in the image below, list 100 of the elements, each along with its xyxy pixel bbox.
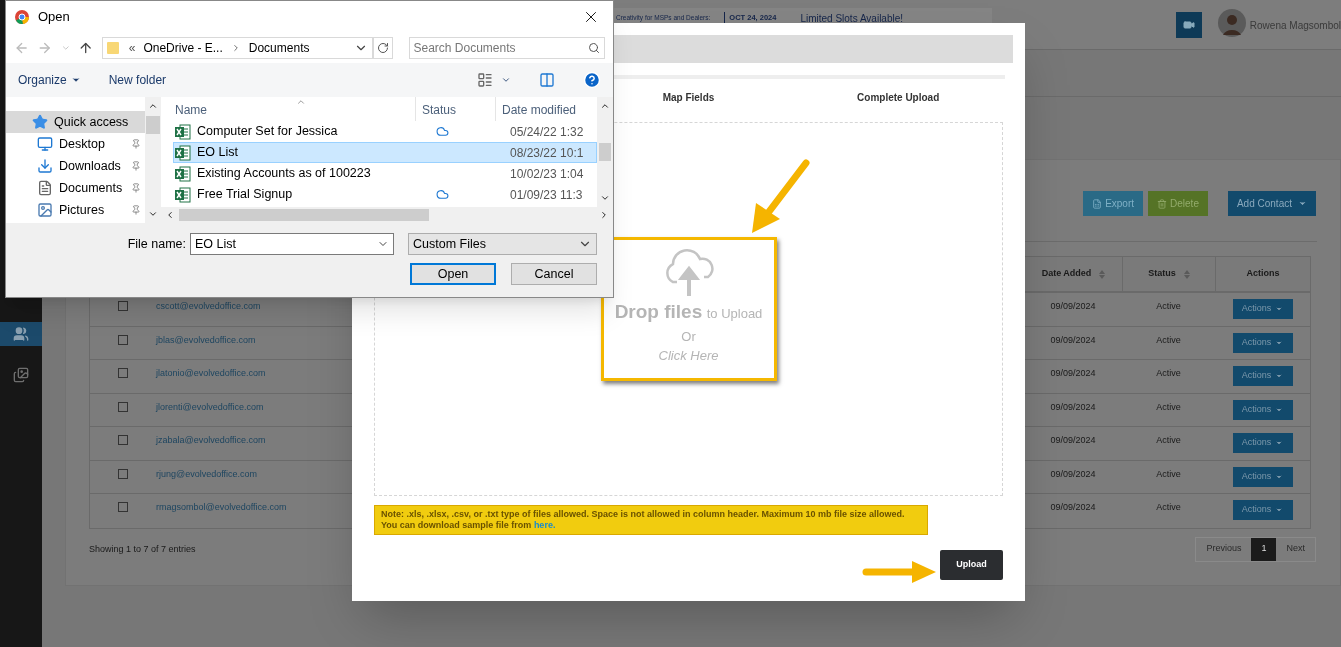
trash-icon	[1157, 198, 1168, 209]
scrollbar-thumb[interactable]	[599, 143, 611, 161]
email-link[interactable]: rjung@evolvedoffice.com	[156, 468, 258, 479]
folder-icon	[106, 41, 121, 55]
sort-icon	[1183, 269, 1190, 279]
scroll-down-icon	[148, 209, 158, 219]
sort-indicator-icon	[296, 97, 306, 107]
actions-button[interactable]: Actions	[1232, 332, 1293, 353]
back-icon[interactable]	[14, 40, 30, 56]
file-row[interactable]: EO List 08/23/22 10:1	[173, 142, 597, 163]
view-options-icon[interactable]	[477, 72, 493, 88]
nav-item[interactable]: Desktop	[6, 133, 145, 155]
nav-item[interactable]: Documents	[6, 177, 145, 199]
dropzone-separator: Or	[681, 327, 696, 346]
user-name[interactable]: Rowena Magsombol	[1249, 18, 1341, 33]
cancel-button[interactable]: Cancel	[511, 263, 597, 285]
table-cell: 09/09/2024	[1050, 334, 1096, 345]
file-type-select[interactable]: Custom Files	[408, 233, 597, 255]
actions-button[interactable]: Actions	[1232, 399, 1293, 420]
scrollbar-thumb[interactable]	[146, 116, 160, 134]
overflow-mark[interactable]: «	[128, 39, 136, 57]
email-link[interactable]: rmagsombol@evolvedoffice.com	[156, 502, 287, 512]
email-link[interactable]: jblas@evolvedoffice.com	[156, 334, 256, 345]
nav-item[interactable]: Quick access	[6, 111, 145, 133]
row-checkbox[interactable]	[118, 401, 128, 412]
horizontal-scrollbar[interactable]	[161, 207, 613, 223]
step-label: Complete Upload	[857, 91, 940, 105]
row-checkbox[interactable]	[118, 301, 128, 311]
open-button[interactable]: Open	[410, 263, 496, 285]
upload-button[interactable]: Upload	[940, 550, 1003, 580]
refresh-button[interactable]	[373, 37, 393, 59]
preview-pane-icon[interactable]	[539, 72, 555, 88]
scroll-left-icon	[165, 210, 175, 220]
row-checkbox[interactable]	[118, 368, 128, 378]
sample-file-link[interactable]: here.	[533, 520, 556, 530]
email-link[interactable]: jlatonio@evolvedoffice.com	[156, 368, 266, 378]
sidebar-item[interactable]	[0, 322, 42, 346]
dropdown-icon[interactable]	[501, 75, 511, 85]
file-name-field[interactable]: EO List	[190, 233, 394, 255]
breadcrumb-item[interactable]: Documents	[248, 39, 310, 57]
page-button[interactable]: 1	[1251, 537, 1277, 561]
forward-icon[interactable]	[37, 40, 53, 56]
pin-icon	[131, 139, 141, 149]
help-icon[interactable]	[583, 71, 601, 89]
row-checkbox[interactable]	[118, 468, 128, 479]
picture-icon	[37, 202, 53, 218]
row-checkbox[interactable]	[118, 502, 128, 512]
organize-menu[interactable]: Organize	[18, 71, 81, 89]
delete-button[interactable]: Delete	[1148, 191, 1208, 216]
table-cell: Active	[1156, 301, 1181, 311]
pin-icon	[131, 205, 141, 215]
page-button[interactable]: Previous	[1196, 537, 1252, 561]
column-header[interactable]: Status	[416, 97, 496, 121]
row-checkbox[interactable]	[118, 334, 128, 345]
file-icon	[1092, 198, 1103, 209]
actions-button[interactable]: Actions	[1232, 433, 1293, 453]
caret-icon	[70, 75, 81, 85]
page-button[interactable]: Next	[1276, 537, 1315, 561]
table-cell: 09/09/2024	[1050, 435, 1096, 445]
table-cell: Active	[1156, 368, 1181, 378]
breadcrumb-item[interactable]: OneDrive - E...	[143, 39, 223, 57]
scroll-down-icon	[600, 193, 610, 203]
desktop-icon	[37, 136, 53, 152]
nav-item[interactable]: Downloads	[6, 155, 145, 177]
actions-button[interactable]: Actions	[1232, 299, 1293, 319]
column-header[interactable]: Name	[161, 97, 416, 121]
new-folder-button[interactable]: New folder	[108, 71, 167, 89]
pin-icon	[131, 161, 141, 171]
table-cell: Active	[1156, 401, 1181, 412]
click-here-link[interactable]: Click Here	[658, 346, 719, 366]
column-header[interactable]: Date modified	[496, 97, 597, 121]
scrollbar-thumb[interactable]	[179, 209, 429, 221]
column-header[interactable]: Actions	[1215, 257, 1310, 291]
search-field[interactable]: Search Documents	[408, 37, 605, 59]
avatar[interactable]	[1217, 9, 1246, 37]
email-link[interactable]: jzabala@evolvedoffice.com	[156, 435, 266, 445]
table-cell: 09/09/2024	[1050, 368, 1096, 378]
email-link[interactable]: jlorenti@evolvedoffice.com	[156, 401, 264, 412]
file-name-label: File name:	[127, 235, 186, 253]
scrollbar[interactable]	[145, 97, 161, 223]
table-cell: 09/09/2024	[1050, 468, 1096, 479]
actions-button[interactable]: Actions	[1232, 500, 1293, 520]
cloud-icon	[436, 188, 449, 201]
export-button[interactable]: Export	[1083, 191, 1144, 216]
table-cell: 09/09/2024	[1050, 401, 1096, 412]
actions-button[interactable]: Actions	[1232, 466, 1293, 487]
video-button[interactable]	[1175, 12, 1202, 38]
row-checkbox[interactable]	[118, 435, 128, 445]
column-header[interactable]: Status	[1122, 257, 1215, 291]
nav-item[interactable]: Pictures	[6, 199, 145, 221]
up-folder-icon[interactable]	[78, 40, 94, 56]
actions-button[interactable]: Actions	[1232, 366, 1293, 386]
video-camera-icon	[1182, 19, 1195, 31]
scrollbar[interactable]	[597, 97, 613, 207]
add-button[interactable]: Add Contact	[1227, 191, 1316, 216]
scroll-right-icon	[599, 210, 609, 220]
email-link[interactable]: cscott@evolvedoffice.com	[156, 301, 261, 311]
note-text: You can download sample file from here.	[381, 520, 557, 531]
caret-icon	[1275, 439, 1284, 447]
address-bar[interactable]: « OneDrive - E... Documents	[101, 37, 374, 59]
